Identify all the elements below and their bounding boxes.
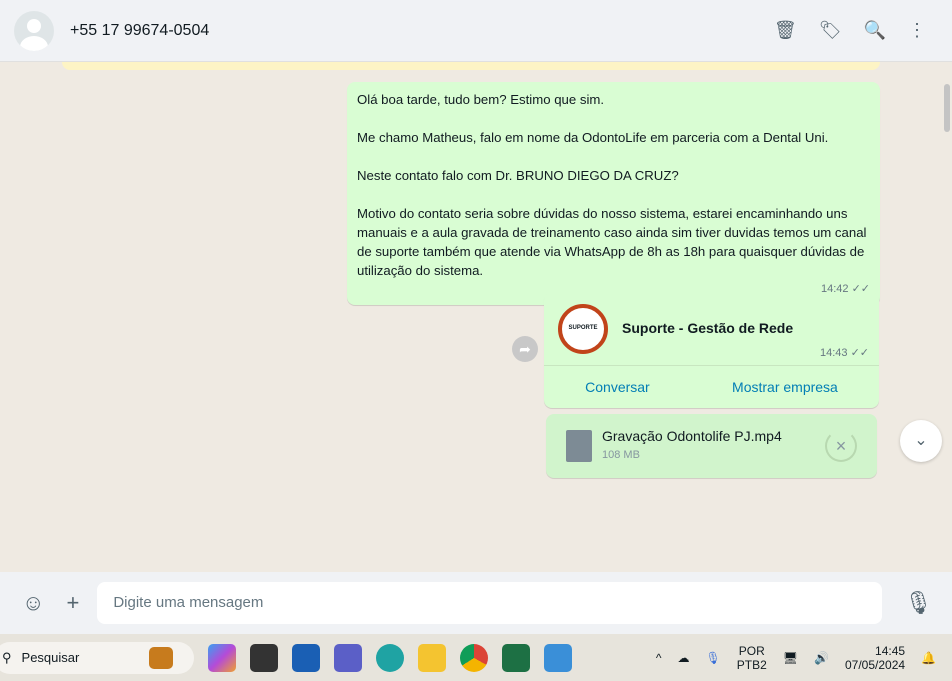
microphone-icon[interactable]: 🎙 (904, 590, 932, 616)
chat-button[interactable]: Conversar (585, 378, 650, 397)
network-icon[interactable]: 🖥 (783, 651, 798, 665)
menu-icon[interactable]: ⋮ (908, 20, 926, 41)
taskbar: ⚲ Pesquisar ^ ☁ 🎙 POR PTB2 🖥 🔊 14:45 07/05… (0, 634, 952, 681)
copilot-icon[interactable] (208, 643, 236, 672)
chevron-up-icon[interactable]: ^ (656, 651, 662, 665)
previous-message (62, 62, 880, 70)
search-icon[interactable]: 🔍 (864, 20, 886, 41)
avatar[interactable] (14, 10, 54, 51)
app-icon[interactable] (250, 643, 278, 672)
file-size: 108 MB (602, 449, 640, 461)
microphone-icon[interactable]: 🎙 (706, 651, 721, 665)
briefcase-icon[interactable] (149, 646, 174, 669)
message-time: 14:43 (819, 347, 848, 359)
file-explorer-icon[interactable] (418, 643, 446, 672)
store-icon[interactable] (292, 643, 320, 672)
message-text: Motivo do contato seria sobre dúvidas do… (357, 206, 867, 278)
message-text: Me chamo Matheus, falo em nome da Odonto… (357, 130, 829, 145)
chrome-icon[interactable] (460, 643, 488, 672)
label-icon[interactable]: 🏷 (819, 20, 842, 41)
taskbar-search[interactable]: ⚲ Pesquisar (0, 641, 194, 674)
message-text: Neste contato falo com Dr. BRUNO DIEGO D… (357, 168, 679, 183)
excel-icon[interactable] (502, 643, 530, 672)
chat-area: Olá boa tarde, tudo bem? Estimo que sim.… (0, 62, 952, 572)
volume-icon[interactable]: 🔊 (814, 651, 829, 665)
composer: ☺ + Digite uma mensagem 🎙 (0, 572, 952, 634)
contact-logo: SUPORTE (558, 303, 608, 354)
contact-card-name: Suporte - Gestão de Rede (622, 320, 794, 336)
show-business-button[interactable]: Mostrar empresa (732, 378, 838, 397)
cloud-off-icon[interactable]: ☁ (678, 651, 690, 665)
message-bubble[interactable]: Olá boa tarde, tudo bem? Estimo que sim.… (347, 82, 880, 305)
cancel-upload-icon[interactable]: × (825, 430, 857, 462)
file-icon (566, 430, 592, 462)
plus-icon[interactable]: + (66, 590, 79, 616)
scrollbar[interactable] (944, 84, 950, 132)
teams-icon[interactable] (334, 643, 362, 672)
message-input[interactable]: Digite uma mensagem (97, 582, 883, 624)
language-indicator[interactable]: POR PTB2 (737, 644, 767, 672)
chat-header: +55 17 99674-0504 🗑 🏷 🔍 ⋮ (0, 0, 952, 62)
forward-icon[interactable]: ➦ (512, 336, 538, 362)
edge-icon[interactable] (376, 643, 404, 672)
contact-name[interactable]: +55 17 99674-0504 (70, 22, 209, 40)
notepad-icon[interactable] (544, 643, 572, 672)
file-message[interactable]: Gravação Odontolife PJ.mp4 108 MB × (546, 414, 877, 478)
emoji-icon[interactable]: ☺ (22, 590, 44, 616)
file-name: Gravação Odontolife PJ.mp4 (602, 428, 782, 444)
scroll-down-button[interactable]: ⌄ (900, 420, 942, 462)
contact-card[interactable]: SUPORTE Suporte - Gestão de Rede 14:43 ✓… (544, 292, 879, 408)
clock[interactable]: 14:45 07/05/2024 (845, 644, 905, 672)
notification-bell-icon[interactable]: 🔔 (921, 651, 936, 665)
delete-icon[interactable]: 🗑 (774, 20, 797, 41)
double-check-icon: ✓✓ (850, 347, 869, 359)
message-text: Olá boa tarde, tudo bem? Estimo que sim. (357, 92, 605, 107)
search-icon: ⚲ (2, 649, 12, 665)
search-label: Pesquisar (21, 650, 80, 665)
